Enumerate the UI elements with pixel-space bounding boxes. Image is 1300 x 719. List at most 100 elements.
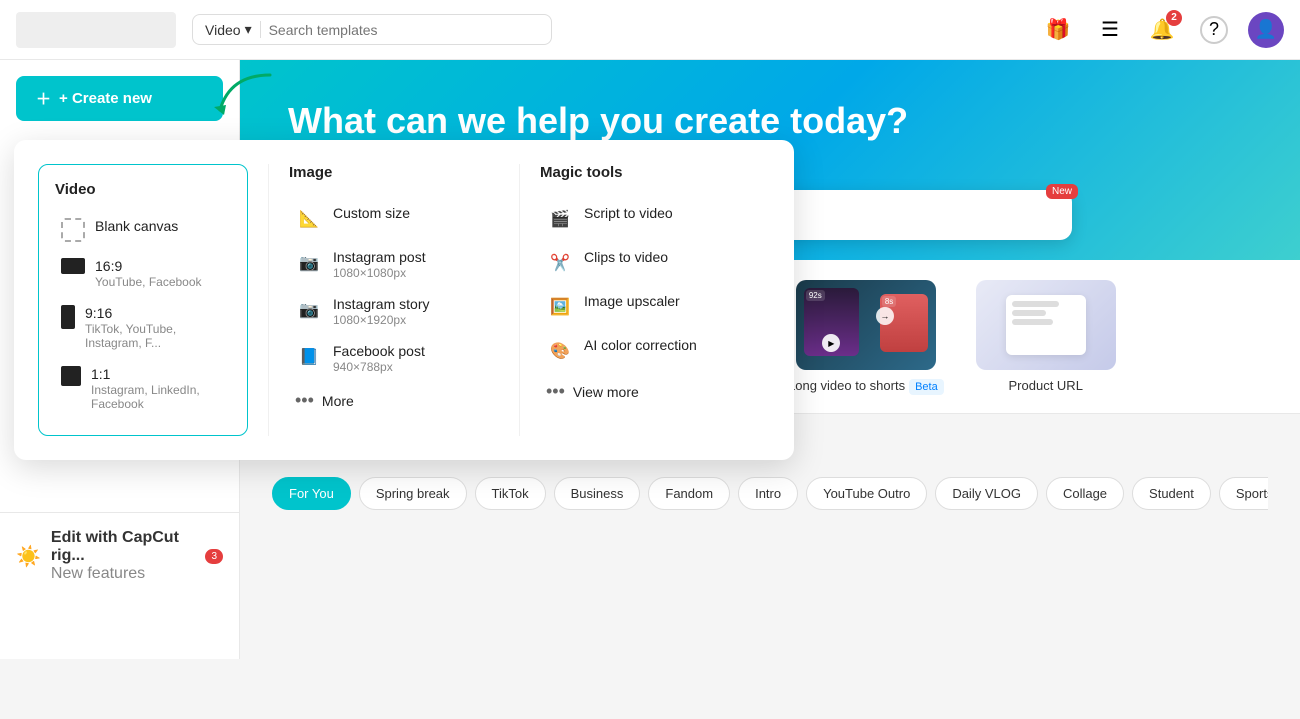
ratio-1-1-text: 1:1 Instagram, LinkedIn, Facebook: [91, 366, 225, 411]
tab-youtube-outro[interactable]: YouTube Outro: [806, 477, 927, 510]
dropdown-9-16[interactable]: 9:16 TikTok, YouTube, Instagram, F...: [55, 297, 231, 358]
ratio-1-1-icon: [61, 366, 81, 386]
sidebar-bottom-text: Edit with CapCut rig... New features: [51, 529, 196, 583]
sun-icon: ☀️: [16, 544, 41, 569]
video-section-box: Video Blank canvas 16:9 YouTube, Faceboo…: [38, 164, 248, 436]
tab-spring-break[interactable]: Spring break: [359, 477, 467, 510]
image-upscaler-icon: 🖼️: [546, 293, 574, 321]
tab-for-you[interactable]: For You: [272, 477, 351, 510]
clips-to-video-icon: ✂️: [546, 249, 574, 277]
dropdown-script-to-video[interactable]: 🎬 Script to video: [540, 197, 750, 241]
dropdown-magic-col: Magic tools 🎬 Script to video ✂️ Clips t…: [520, 164, 770, 436]
sidebar-bottom-item[interactable]: ☀️ Edit with CapCut rig... New features …: [0, 512, 239, 599]
facebook-post-sub: 940×788px: [333, 360, 425, 374]
sidebar-badge: 3: [205, 549, 223, 564]
blank-canvas-icon: [61, 218, 85, 242]
create-new-button[interactable]: ＋ + Create new: [16, 76, 223, 121]
tab-student[interactable]: Student: [1132, 477, 1211, 510]
ratio-1-1-sub: Instagram, LinkedIn, Facebook: [91, 383, 225, 411]
magic-more-item[interactable]: ••• View more: [540, 373, 750, 410]
image-more-label: More: [322, 393, 354, 409]
search-input[interactable]: [269, 22, 539, 38]
ratio-9-16-icon: [61, 305, 75, 329]
tab-business[interactable]: Business: [554, 477, 641, 510]
dropdown-instagram-story[interactable]: 📷 Instagram story 1080×1920px: [289, 288, 499, 335]
instagram-story-label: Instagram story: [333, 296, 429, 312]
template-tabs-row: For You Spring break TikTok Business Fan…: [272, 477, 1268, 510]
image-upscaler-label: Image upscaler: [584, 293, 680, 309]
pages-icon: ☰: [1101, 17, 1119, 42]
more-dots-icon: •••: [295, 390, 314, 411]
magic-more-label: View more: [573, 384, 639, 400]
tab-sports-f[interactable]: Sports F: [1219, 477, 1268, 510]
tool-product-url[interactable]: Product URL: [976, 280, 1116, 393]
instagram-post-sub: 1080×1080px: [333, 266, 426, 280]
tab-intro[interactable]: Intro: [738, 477, 798, 510]
logo: [16, 12, 176, 48]
view-more-dots-icon: •••: [546, 381, 565, 402]
instagram-story-text: Instagram story 1080×1920px: [333, 296, 429, 327]
ratio-9-16-text: 9:16 TikTok, YouTube, Instagram, F...: [85, 305, 225, 350]
help-icon: ?: [1200, 16, 1228, 44]
ai-color-label: AI color correction: [584, 337, 697, 353]
dropdown-image-col: Image 📐 Custom size 📷 Instagram post 108…: [269, 164, 520, 436]
ratio-1-1-label: 1:1: [91, 366, 225, 382]
ratio-16-9-text: 16:9 YouTube, Facebook: [95, 258, 202, 289]
instagram-post-text: Instagram post 1080×1080px: [333, 249, 426, 280]
tool-product-label: Product URL: [1009, 378, 1083, 393]
dropdown-video-col: Video Blank canvas 16:9 YouTube, Faceboo…: [38, 164, 269, 436]
tool-product-thumb: [976, 280, 1116, 370]
magic-col-title: Magic tools: [540, 164, 750, 181]
avatar[interactable]: 👤: [1248, 12, 1284, 48]
blank-canvas-text: Blank canvas: [95, 218, 178, 234]
search-bar: Video ▾: [192, 14, 552, 45]
notification-badge: 2: [1166, 10, 1182, 26]
instagram-post-icon: 📷: [295, 249, 323, 277]
tool-long-thumb: 92s ▶ 8s →: [796, 280, 936, 370]
chevron-down-icon: ▾: [245, 21, 252, 38]
dropdown-1-1[interactable]: 1:1 Instagram, LinkedIn, Facebook: [55, 358, 231, 419]
dropdown-image-upscaler[interactable]: 🖼️ Image upscaler: [540, 285, 750, 329]
instagram-story-icon: 📷: [295, 296, 323, 324]
clips-to-video-label: Clips to video: [584, 249, 668, 265]
notifications-button[interactable]: 🔔 2: [1144, 12, 1180, 48]
pages-button[interactable]: ☰: [1092, 12, 1128, 48]
custom-size-icon: 📐: [295, 205, 323, 233]
dropdown-custom-size[interactable]: 📐 Custom size: [289, 197, 499, 241]
tab-daily-vlog[interactable]: Daily VLOG: [935, 477, 1038, 510]
instagram-post-label: Instagram post: [333, 249, 426, 265]
ratio-16-9-label: 16:9: [95, 258, 202, 274]
tool-long-to-shorts[interactable]: 92s ▶ 8s → Long video to shortsBeta: [788, 280, 944, 393]
arrow-icon: →: [876, 307, 894, 325]
facebook-post-text: Facebook post 940×788px: [333, 343, 425, 374]
tab-collage[interactable]: Collage: [1046, 477, 1124, 510]
gift-icon: 🎁: [1046, 17, 1071, 42]
script-to-video-icon: 🎬: [546, 205, 574, 233]
tab-tiktok[interactable]: TikTok: [475, 477, 546, 510]
image-col-title: Image: [289, 164, 499, 181]
create-new-label: + Create new: [59, 90, 152, 107]
hero-title: What can we help you create today?: [288, 100, 1252, 142]
help-button[interactable]: ?: [1196, 12, 1232, 48]
search-type-label: Video: [205, 22, 241, 38]
gift-button[interactable]: 🎁: [1040, 12, 1076, 48]
tab-fandom[interactable]: Fandom: [648, 477, 730, 510]
dropdown-16-9[interactable]: 16:9 YouTube, Facebook: [55, 250, 231, 297]
arrow-indicator: [200, 65, 280, 130]
dropdown-clips-to-video[interactable]: ✂️ Clips to video: [540, 241, 750, 285]
dropdown-panel: Video Blank canvas 16:9 YouTube, Faceboo…: [14, 140, 794, 460]
ratio-9-16-sub: TikTok, YouTube, Instagram, F...: [85, 322, 225, 350]
beta-badge: Beta: [909, 379, 944, 395]
instagram-story-sub: 1080×1920px: [333, 313, 429, 327]
header-icons: 🎁 ☰ 🔔 2 ? 👤: [1040, 12, 1284, 48]
blank-canvas-label: Blank canvas: [95, 218, 178, 234]
dropdown-blank-canvas[interactable]: Blank canvas: [55, 210, 231, 250]
image-more-item[interactable]: ••• More: [289, 382, 499, 419]
plus-icon: ＋: [36, 88, 51, 109]
search-type-button[interactable]: Video ▾: [205, 21, 261, 38]
sidebar-bottom-subtitle: New features: [51, 565, 196, 583]
dropdown-facebook-post[interactable]: 📘 Facebook post 940×788px: [289, 335, 499, 382]
dropdown-instagram-post[interactable]: 📷 Instagram post 1080×1080px: [289, 241, 499, 288]
avatar-image: 👤: [1255, 19, 1277, 40]
dropdown-ai-color[interactable]: 🎨 AI color correction: [540, 329, 750, 373]
